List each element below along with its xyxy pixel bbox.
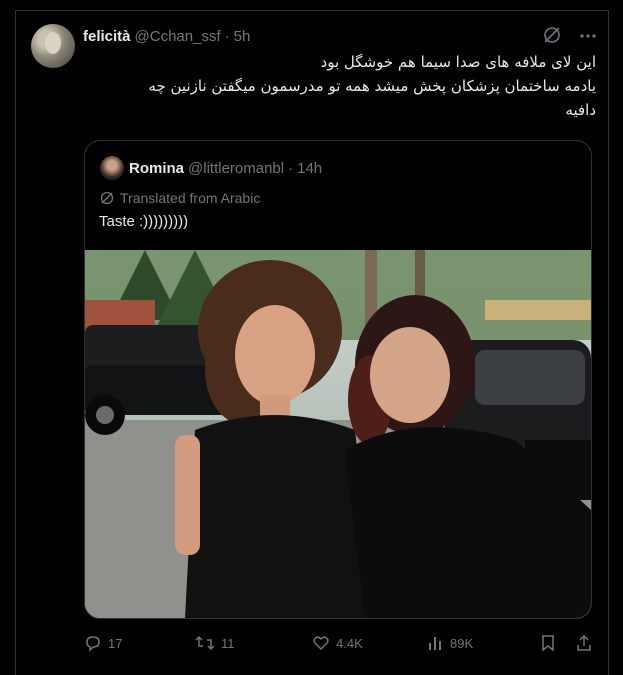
- views-count: 89K: [450, 635, 474, 651]
- repost-button[interactable]: 11: [195, 628, 235, 658]
- grok-icon[interactable]: [542, 25, 562, 45]
- repost-icon: [195, 634, 215, 652]
- repost-count: 11: [221, 635, 235, 651]
- translated-text: Translated from Arabic: [120, 190, 261, 206]
- quote-author-name[interactable]: Romina: [129, 160, 184, 177]
- reply-icon: [84, 634, 102, 652]
- like-count: 4.4K: [336, 635, 363, 651]
- tweet-text-line: دافیه: [565, 101, 596, 119]
- tweet-time[interactable]: 5h: [234, 28, 251, 45]
- bookmark-button[interactable]: [540, 628, 556, 658]
- share-button[interactable]: [575, 628, 593, 658]
- bookmark-icon: [540, 634, 556, 652]
- tweet-text: این لای ملافه های صدا سیما هم خوشگل بود …: [83, 50, 596, 122]
- reply-count: 17: [108, 635, 123, 651]
- separator-dot: ·: [288, 159, 294, 177]
- quote-text: Taste :))))))))): [99, 213, 189, 230]
- tweet-text-line: یادمه ساختمان پزشکان پخش میشد همه تو مدر…: [148, 77, 596, 95]
- quote-photo[interactable]: [85, 250, 591, 618]
- like-button[interactable]: 4.4K: [312, 628, 363, 658]
- author-name[interactable]: felicità: [83, 28, 131, 45]
- separator-dot: ·: [224, 27, 230, 45]
- reply-button[interactable]: 17: [84, 628, 122, 658]
- quote-header: Romina @littleromanbl · 14h: [129, 157, 322, 179]
- views-button[interactable]: 89K: [426, 628, 473, 658]
- tweet-text-line: این لای ملافه های صدا سیما هم خوشگل بود: [320, 53, 596, 71]
- views-icon: [426, 634, 444, 652]
- quote-avatar[interactable]: [100, 156, 124, 180]
- translate-icon: [100, 191, 114, 205]
- tweet-actions: 17 11 4.4K 89K: [84, 628, 564, 658]
- more-icon[interactable]: [578, 26, 598, 46]
- quote-author-handle[interactable]: @littleromanbl: [188, 160, 284, 177]
- like-icon: [312, 634, 330, 652]
- avatar[interactable]: [31, 24, 75, 68]
- author-handle[interactable]: @Cchan_ssf: [135, 28, 221, 45]
- quote-time[interactable]: 14h: [297, 160, 322, 177]
- tweet-header: felicità @Cchan_ssf · 5h: [83, 26, 250, 46]
- translated-label[interactable]: Translated from Arabic: [100, 189, 260, 207]
- quoted-tweet[interactable]: Romina @littleromanbl · 14h Translated f…: [84, 140, 592, 619]
- share-icon: [575, 634, 593, 652]
